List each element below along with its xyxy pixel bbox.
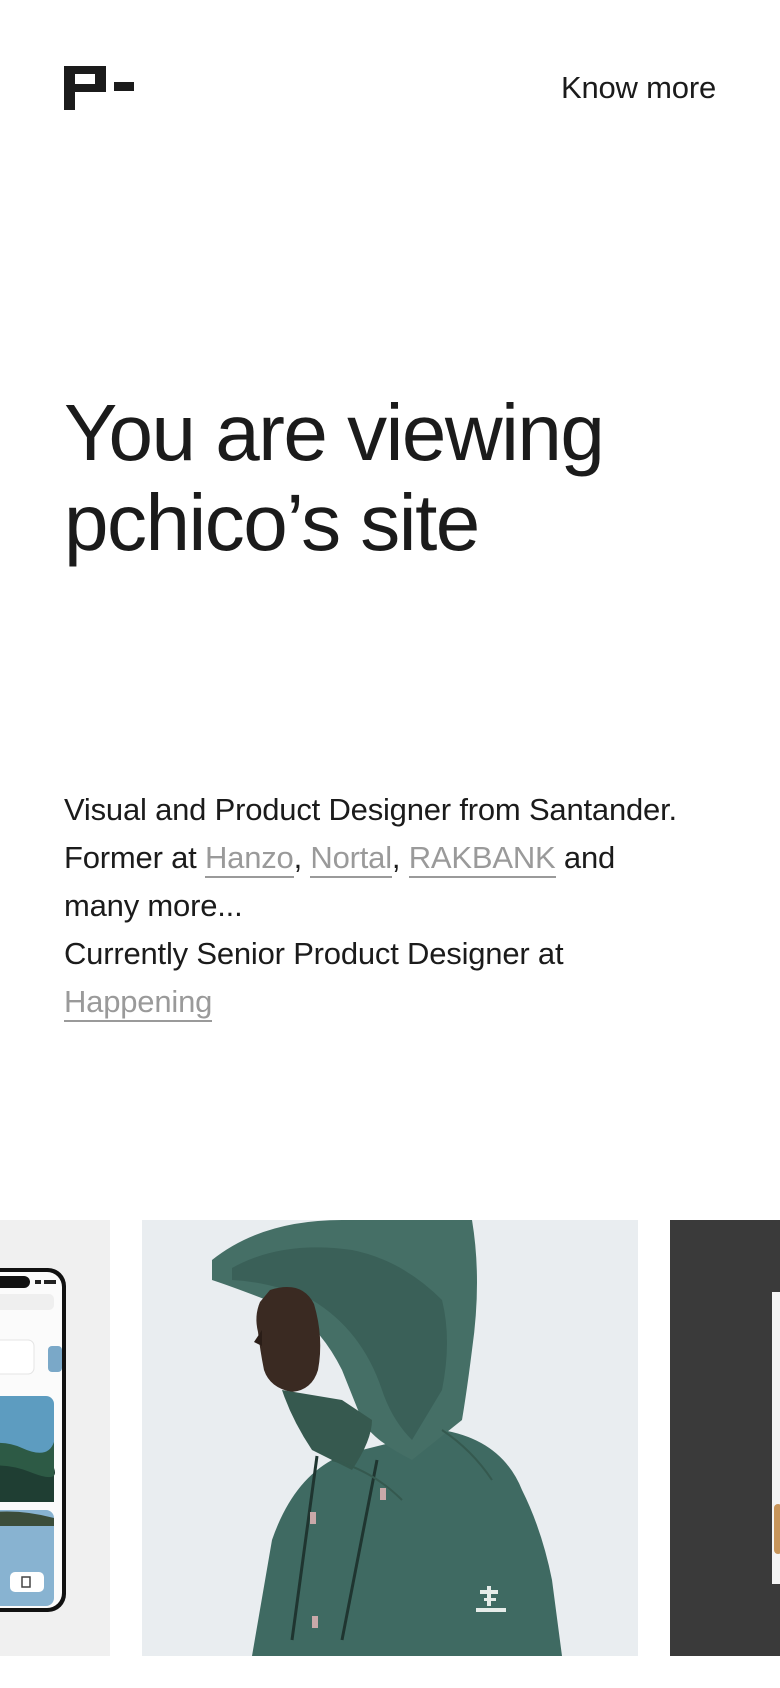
bio-line-5: Happening bbox=[64, 978, 744, 1026]
project-card-mobile-app[interactable] bbox=[0, 1220, 110, 1656]
project-card-dark[interactable] bbox=[670, 1220, 780, 1656]
bio-former-suffix: and bbox=[555, 840, 616, 875]
bio-former-prefix: Former at bbox=[64, 840, 205, 875]
hero-title-line-2: pchico’s site bbox=[64, 478, 480, 567]
site-header: Know more bbox=[0, 0, 780, 180]
bio-line-3: many more... bbox=[64, 888, 243, 923]
comma-separator: , bbox=[293, 840, 311, 875]
know-more-link[interactable]: Know more bbox=[561, 68, 716, 108]
hero-title-line-1: You are viewing bbox=[64, 388, 605, 477]
bio-line-2: Former at Hanzo, Nortal, RAKBANK and bbox=[64, 834, 744, 882]
project-card-jacket-photo[interactable] bbox=[142, 1220, 638, 1656]
bio-line-1: Visual and Product Designer from Santand… bbox=[64, 792, 677, 827]
comma-separator: , bbox=[391, 840, 409, 875]
bio-paragraph: Visual and Product Designer from Santand… bbox=[64, 786, 744, 1026]
hero-title: You are viewing pchico’s site bbox=[64, 388, 724, 568]
company-link-nortal[interactable]: Nortal bbox=[310, 840, 392, 878]
project-gallery bbox=[0, 1220, 780, 1656]
company-link-hanzo[interactable]: Hanzo bbox=[204, 840, 294, 878]
company-link-rakbank[interactable]: RAKBANK bbox=[408, 840, 556, 878]
bio-line-4: Currently Senior Product Designer at bbox=[64, 936, 564, 971]
company-link-happening[interactable]: Happening bbox=[64, 984, 212, 1022]
logo-icon[interactable] bbox=[64, 66, 134, 110]
